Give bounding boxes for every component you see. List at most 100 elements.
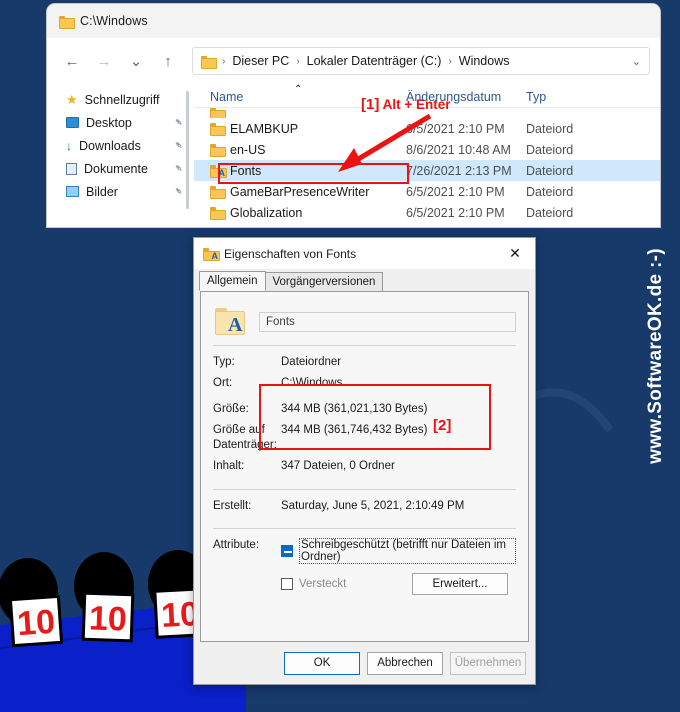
divider xyxy=(213,489,516,491)
explorer-titlebar: C:\Windows xyxy=(47,4,660,38)
attributes-label: Attribute: xyxy=(213,538,260,551)
property-label: Typ: xyxy=(213,356,235,368)
explorer-title: C:\Windows xyxy=(80,14,148,28)
dialog-tabpanel: A Fonts Typ: Dateiordner Ort: C:\Windows… xyxy=(200,291,529,642)
property-label: Erstellt: xyxy=(213,500,252,513)
file-type: Dateiord xyxy=(526,163,574,178)
property-row-erstellt: Erstellt: Saturday, June 5, 2021, 2:10:4… xyxy=(213,499,516,513)
file-type: Dateiord xyxy=(526,184,574,199)
property-value: 347 Dateien, 0 Ordner xyxy=(281,459,395,472)
ok-button[interactable]: OK xyxy=(284,651,360,675)
address-bar[interactable]: › Dieser PC › Lokaler Datenträger (C:) ›… xyxy=(192,47,650,75)
dialog-tabstrip: Allgemein Vorgängerversionen xyxy=(194,269,535,291)
pin-icon[interactable]: ✒ xyxy=(171,184,187,199)
desktop-icon xyxy=(66,117,79,128)
file-date: 6/5/2021 2:10 PM xyxy=(406,205,505,220)
pin-icon[interactable]: ✒ xyxy=(171,161,187,176)
property-value: 344 MB (361,021,130 Bytes) xyxy=(281,402,428,415)
divider xyxy=(213,345,516,346)
sidebar-item-label: Dokumente xyxy=(84,161,148,176)
sidebar-item-schnellzugriff[interactable]: ★ Schnellzugriff xyxy=(47,88,194,111)
file-type: Dateiord xyxy=(526,121,574,136)
table-row[interactable]: Globalization 6/5/2021 2:10 PM Dateiord xyxy=(194,202,660,223)
property-row-groesse: Größe: 344 MB (361,021,130 Bytes) xyxy=(213,402,516,416)
annotation-step-1-text: Alt + Enter xyxy=(382,97,451,112)
breadcrumb-separator: › xyxy=(448,55,452,67)
up-button[interactable]: ↑ xyxy=(153,46,183,76)
annotation-step-1: [1] Alt + Enter xyxy=(361,96,450,113)
property-row-typ: Typ: Dateiordner xyxy=(213,355,516,369)
property-label: Größe: xyxy=(213,402,249,415)
fonts-folder-icon: A xyxy=(215,308,245,336)
documents-icon xyxy=(66,162,77,175)
properties-dialog: Eigenschaften von Fonts ✕ Allgemein Vorg… xyxy=(193,237,536,685)
sidebar-item-dokumente[interactable]: Dokumente ✒ xyxy=(47,157,194,180)
folder-icon xyxy=(59,15,75,29)
breadcrumb-item-this-pc[interactable]: Dieser PC xyxy=(232,54,289,68)
apply-button[interactable]: Übernehmen xyxy=(450,651,526,675)
property-row-inhalt: Inhalt: 347 Dateien, 0 Ordner xyxy=(213,459,516,473)
file-name: GameBarPresenceWriter xyxy=(230,184,370,199)
property-row-ort: Ort: C:\Windows xyxy=(213,376,516,390)
pictures-icon xyxy=(66,186,79,197)
file-name: ELAMBKUP xyxy=(230,121,299,136)
recent-locations-button[interactable]: ⌄ xyxy=(121,46,151,76)
sidebar-item-bilder[interactable]: Bilder ✒ xyxy=(47,180,194,203)
sidebar-scrollbar[interactable] xyxy=(186,91,189,209)
advanced-button[interactable]: Erweitert... xyxy=(412,572,508,595)
folder-name-field[interactable]: Fonts xyxy=(259,311,516,332)
annotation-step-1-number: [1] xyxy=(361,96,380,113)
column-header-label: Name xyxy=(210,90,244,104)
sidebar-item-label: Downloads xyxy=(79,138,141,153)
table-row[interactable]: GameBarPresenceWriter 6/5/2021 2:10 PM D… xyxy=(194,181,660,202)
navigation-pane: ★ Schnellzugriff Desktop ✒ ↓ Downloads ✒… xyxy=(47,84,194,227)
hidden-checkbox[interactable] xyxy=(281,577,293,590)
sidebar-item-downloads[interactable]: ↓ Downloads ✒ xyxy=(47,134,194,157)
cancel-button[interactable]: Abbrechen xyxy=(367,651,443,675)
file-type: Dateiord xyxy=(526,142,574,157)
svg-text:10: 10 xyxy=(88,599,127,638)
sort-ascending-icon: ⌃ xyxy=(294,84,303,95)
close-icon[interactable]: ✕ xyxy=(495,238,535,269)
star-icon: ★ xyxy=(66,91,78,107)
sidebar-item-label: Schnellzugriff xyxy=(84,92,160,107)
property-value: 344 MB (361,746,432 Bytes) xyxy=(281,424,428,437)
fonts-folder-icon xyxy=(203,248,220,261)
property-label: Größe auf Datenträger: xyxy=(213,424,277,451)
folder-icon xyxy=(210,144,226,157)
readonly-checkbox[interactable] xyxy=(281,544,293,557)
property-value: Saturday, June 5, 2021, 2:10:49 PM xyxy=(281,500,465,513)
back-button[interactable]: ← xyxy=(57,46,87,76)
fonts-folder-icon xyxy=(210,165,227,178)
tab-vorgaengerversionen[interactable]: Vorgängerversionen xyxy=(264,272,384,291)
tab-allgemein[interactable]: Allgemein xyxy=(199,271,266,291)
folder-icon xyxy=(210,123,226,136)
breadcrumb-item-drive-c[interactable]: Lokaler Datenträger (C:) xyxy=(307,54,442,68)
folder-icon xyxy=(201,55,217,69)
dialog-titlebar: Eigenschaften von Fonts ✕ xyxy=(194,238,535,269)
watermark-text: www.SoftwareOK.de :-) xyxy=(645,248,667,464)
property-row-groesse-auf-datentraeger: Größe auf Datenträger: 344 MB (361,746,4… xyxy=(213,423,516,452)
forward-button[interactable]: → xyxy=(89,46,119,76)
breadcrumb-separator: › xyxy=(296,55,300,67)
sidebar-item-label: Bilder xyxy=(86,184,118,199)
sidebar-item-label: Desktop xyxy=(86,115,132,130)
hidden-label: Versteckt xyxy=(299,577,347,590)
folder-header-row: A Fonts xyxy=(213,304,516,345)
attribute-readonly[interactable]: Schreibgeschützt (betrifft nur Dateien i… xyxy=(281,537,516,564)
file-date: 6/5/2021 2:10 PM xyxy=(406,184,505,199)
annotation-step-2: [2] xyxy=(433,417,452,434)
attributes-row: Attribute: Schreibgeschützt (betrifft nu… xyxy=(213,537,516,564)
svg-text:10: 10 xyxy=(16,603,56,644)
download-icon: ↓ xyxy=(66,138,72,153)
pin-icon[interactable]: ✒ xyxy=(171,138,187,153)
breadcrumb-item-windows[interactable]: Windows xyxy=(459,54,510,68)
divider xyxy=(213,527,516,529)
column-header-type[interactable]: Typ xyxy=(526,90,546,104)
attribute-hidden-row: Versteckt Erweitert... xyxy=(213,572,516,595)
file-name: Fonts xyxy=(230,163,262,178)
sidebar-item-desktop[interactable]: Desktop ✒ xyxy=(47,111,194,134)
explorer-toolbar: ← → ⌄ ↑ › Dieser PC › Lokaler Datenträge… xyxy=(47,38,660,84)
site-watermark: www.SoftwareOK.de :-) xyxy=(636,0,676,712)
pin-icon[interactable]: ✒ xyxy=(171,115,187,130)
